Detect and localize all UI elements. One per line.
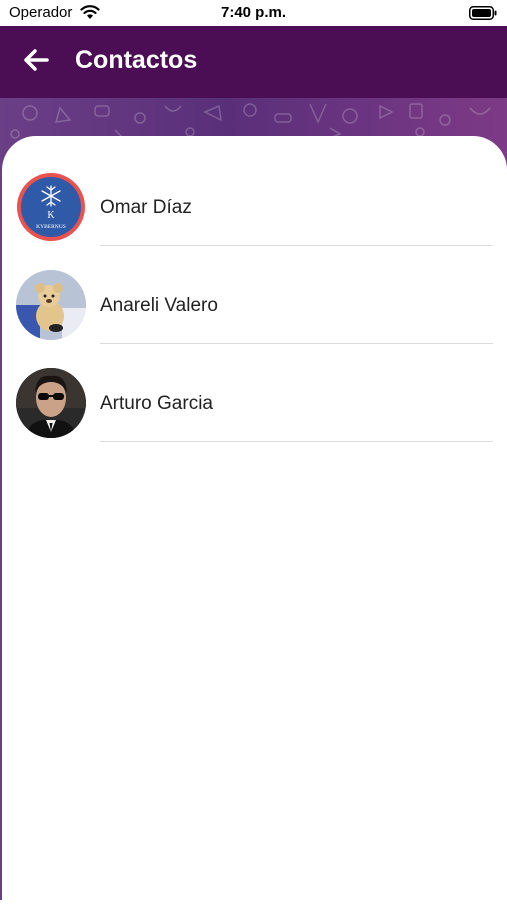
clock: 7:40 p.m. (220, 4, 287, 21)
contact-item-anareli[interactable]: Anareli Valero (2, 246, 507, 344)
contact-name: Anareli Valero (100, 295, 218, 316)
contact-name: Omar Díaz (100, 197, 192, 218)
back-button[interactable] (16, 42, 56, 82)
contact-name: Arturo Garcia (100, 393, 213, 414)
contact-item-arturo[interactable]: Arturo Garcia (2, 344, 507, 442)
status-bar: Operador 7:40 p.m. (0, 0, 507, 26)
avatar (16, 270, 86, 340)
battery-icon (469, 6, 497, 25)
page-title: Contactos (75, 46, 198, 74)
contact-item-omar[interactable]: K KYBERNUS Omar Díaz (2, 148, 507, 246)
avatar: K KYBERNUS (16, 172, 86, 242)
arrow-left-icon (23, 48, 49, 77)
divider (100, 441, 493, 442)
svg-text:KYBERNUS: KYBERNUS (36, 224, 66, 230)
svg-text:K: K (47, 210, 55, 221)
avatar (16, 368, 86, 438)
contacts-card: K KYBERNUS Omar Díaz Anareli Valero Artu… (2, 136, 507, 906)
app-bar: Contactos (0, 26, 507, 98)
